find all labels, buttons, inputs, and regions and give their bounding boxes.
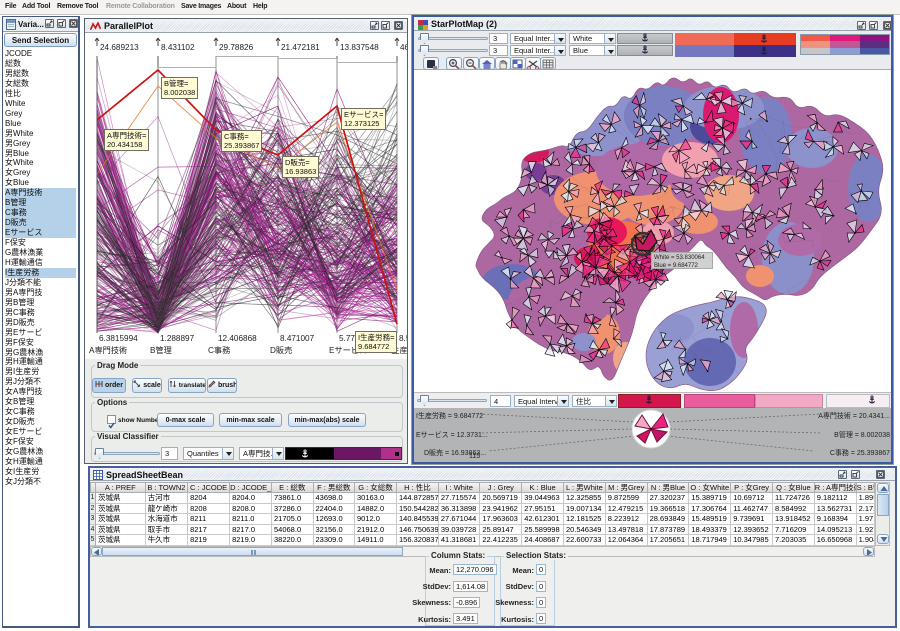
svg-text:12.406868: 12.406868 xyxy=(218,334,257,343)
svg-text:8.56: 8.56 xyxy=(399,334,407,343)
svg-text:1.288897: 1.288897 xyxy=(160,334,195,343)
svg-text:D販売: D販売 xyxy=(270,345,292,355)
svg-text:6.3815994: 6.3815994 xyxy=(99,334,138,343)
svg-text:29.78826: 29.78826 xyxy=(219,43,254,52)
svg-text:24.689213: 24.689213 xyxy=(100,43,139,52)
svg-text:46.9: 46.9 xyxy=(400,43,407,52)
svg-text:C事務: C事務 xyxy=(208,345,231,355)
svg-text:21.472181: 21.472181 xyxy=(281,43,320,52)
svg-text:13.837548: 13.837548 xyxy=(340,43,379,52)
svg-text:B管理: B管理 xyxy=(150,345,172,355)
svg-text:A専門技術: A専門技術 xyxy=(89,345,127,355)
svg-text:8.471007: 8.471007 xyxy=(280,334,315,343)
svg-text:8.431102: 8.431102 xyxy=(161,43,195,52)
